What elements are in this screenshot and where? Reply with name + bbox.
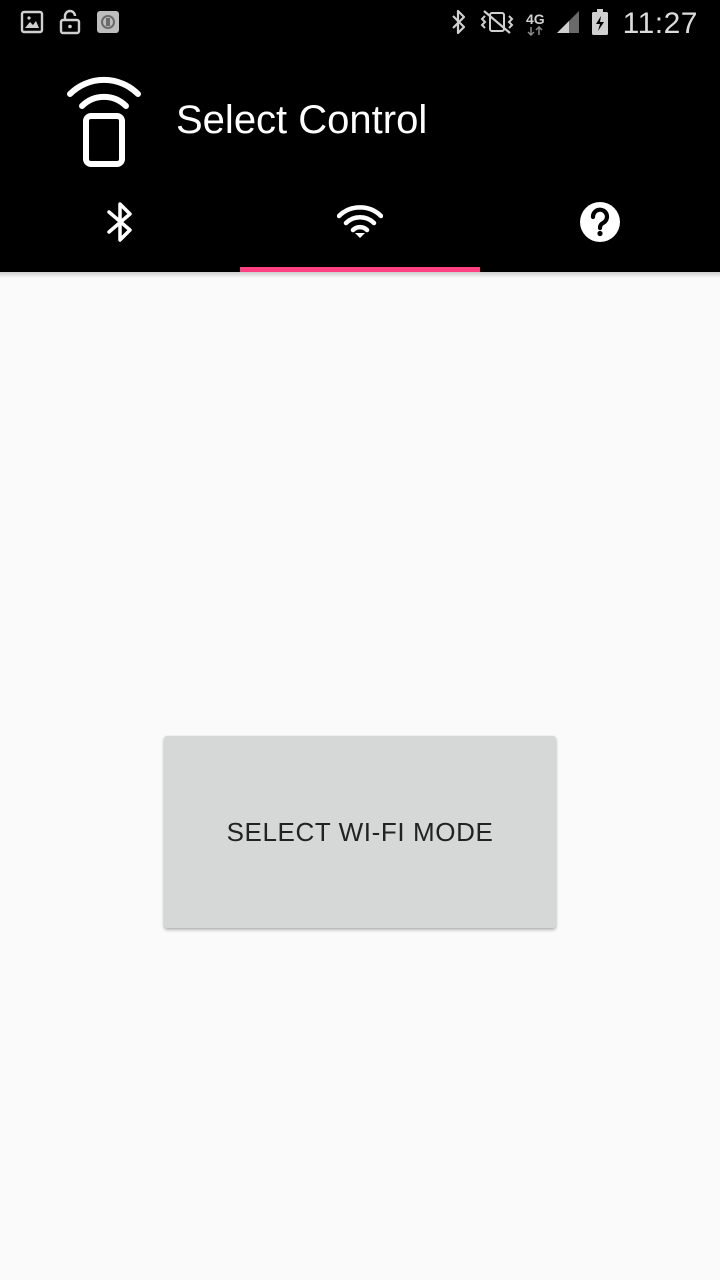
battery-charging-icon [591, 8, 609, 41]
main-content: SELECT WI-FI MODE [0, 272, 720, 1280]
remote-phone-wifi-icon [66, 68, 142, 168]
network-4g-icon: 4G [526, 12, 545, 36]
status-clock: 11:27 [622, 7, 698, 40]
tab-wifi[interactable] [240, 176, 480, 272]
tab-bluetooth[interactable] [0, 176, 240, 272]
tab-bar [0, 176, 720, 272]
vibrate-mute-icon [478, 9, 516, 40]
network-type-label: 4G [525, 11, 545, 27]
bluetooth-icon [450, 9, 468, 40]
app-bar: Select Control [0, 48, 720, 272]
status-bar: 4G 11:27 [0, 0, 720, 48]
app-title: Select Control [176, 98, 428, 142]
wifi-icon [336, 204, 384, 244]
tab-help[interactable] [480, 176, 720, 272]
lock-icon [58, 9, 82, 40]
app-notification-icon [96, 10, 120, 39]
bluetooth-icon [105, 201, 135, 248]
signal-icon [555, 9, 581, 40]
select-wifi-mode-button[interactable]: SELECT WI-FI MODE [164, 736, 556, 928]
status-left-icons [20, 9, 120, 40]
help-icon [579, 201, 621, 248]
status-right-icons: 4G 11:27 [450, 6, 698, 42]
gallery-icon [20, 10, 44, 39]
